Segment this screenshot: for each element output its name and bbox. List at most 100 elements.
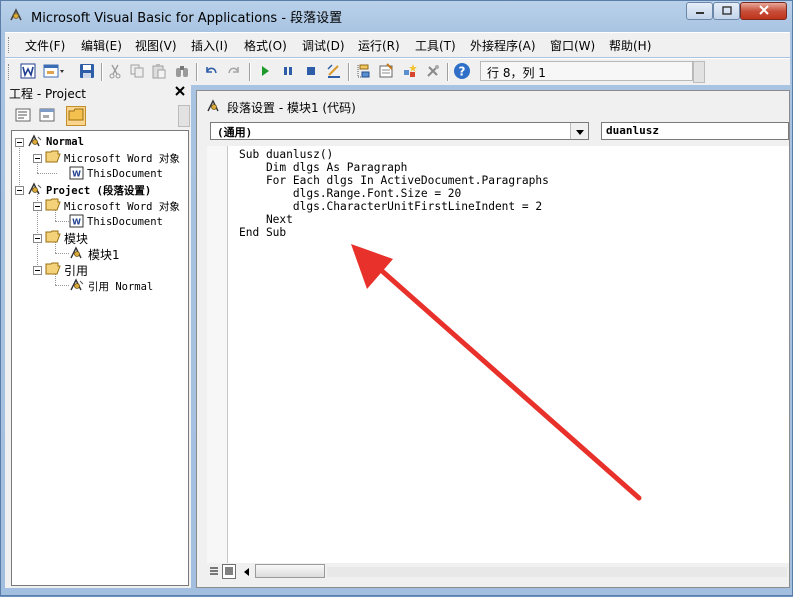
help-button[interactable]: ? — [453, 62, 471, 80]
tree-node-module1[interactable]: 模块1 — [69, 245, 120, 262]
close-icon — [174, 85, 186, 101]
horizontal-scrollbar-track[interactable] — [327, 567, 787, 577]
toolbox-button[interactable] — [424, 62, 442, 80]
code-editor[interactable]: Sub duanlusz() Dim dlgs As Paragraph For… — [228, 146, 789, 563]
tree-label: Microsoft Word 对象 — [64, 152, 180, 165]
collapse-toggle[interactable] — [33, 265, 42, 275]
toolbar-separator — [447, 63, 449, 81]
toolbar-separator — [196, 63, 198, 81]
menu-edit[interactable]: 编辑(E) — [81, 37, 122, 54]
collapse-toggle[interactable] — [33, 233, 42, 243]
object-browser-icon — [402, 63, 418, 79]
collapse-toggle[interactable] — [15, 137, 24, 147]
redo-button[interactable] — [225, 62, 243, 80]
run-button[interactable] — [256, 62, 274, 80]
properties-icon — [378, 63, 394, 79]
project-explorer-header: 工程 - Project — [5, 84, 191, 102]
design-mode-button[interactable] — [325, 62, 343, 80]
menu-bar: 文件(F) 编辑(E) 视图(V) 插入(I) 格式(O) 调试(D) 运行(R… — [5, 32, 790, 57]
menu-insert[interactable]: 插入(I) — [191, 37, 228, 54]
maximize-button[interactable] — [713, 2, 740, 20]
cut-button[interactable] — [106, 62, 124, 80]
chevron-down-icon — [575, 124, 584, 138]
tree-node-project[interactable]: Project (段落设置) — [15, 181, 152, 198]
object-dropdown[interactable]: (通用) — [210, 122, 589, 140]
redo-icon — [226, 63, 242, 79]
vba-app-icon[interactable] — [8, 7, 24, 23]
close-button[interactable] — [740, 2, 787, 20]
code-line: Sub duanlusz() — [239, 148, 334, 161]
menu-format[interactable]: 格式(O) — [244, 37, 287, 54]
tree-label: 引用 — [64, 263, 89, 278]
procedure-view-button[interactable] — [207, 564, 221, 579]
folder-open-icon — [45, 230, 61, 246]
close-icon — [758, 4, 770, 18]
collapse-toggle[interactable] — [33, 201, 42, 211]
tree-node-normal[interactable]: Normal — [15, 133, 84, 151]
view-object-icon — [39, 108, 55, 125]
project-explorer-close-button[interactable] — [172, 85, 188, 100]
undo-button[interactable] — [202, 62, 220, 80]
project-explorer-icon — [355, 63, 371, 79]
tree-connector — [55, 253, 69, 254]
tree-node-project-thisdocument[interactable]: W ThisDocument — [69, 214, 163, 230]
menu-tools[interactable]: 工具(T) — [415, 37, 456, 54]
full-module-view-button[interactable] — [222, 564, 236, 579]
title-bar: Microsoft Visual Basic for Applications … — [1, 1, 792, 31]
toggle-folders-button[interactable] — [66, 106, 86, 126]
menu-help[interactable]: 帮助(H) — [609, 37, 651, 54]
menu-view[interactable]: 视图(V) — [135, 37, 177, 54]
view-code-button[interactable] — [13, 106, 33, 126]
toolbar-grip[interactable] — [8, 64, 12, 80]
vba-project-icon — [27, 133, 43, 151]
tree-label: ThisDocument — [87, 168, 163, 180]
pause-icon — [280, 63, 296, 79]
save-button[interactable] — [78, 62, 96, 80]
collapse-toggle[interactable] — [15, 185, 24, 195]
menu-debug[interactable]: 调试(D) — [302, 37, 345, 54]
tree-node-normal-thisdocument[interactable]: W ThisDocument — [69, 166, 163, 182]
tree-label: Normal — [46, 136, 84, 148]
tree-label: Project (段落设置) — [46, 184, 152, 197]
dropdown-arrow[interactable] — [570, 123, 588, 139]
copy-button[interactable] — [128, 62, 146, 80]
menu-addins[interactable]: 外接程序(A) — [470, 37, 536, 54]
find-button[interactable] — [173, 62, 191, 80]
tree-node-modules-folder[interactable]: 模块 — [33, 230, 88, 246]
menu-file[interactable]: 文件(F) — [25, 37, 65, 54]
view-word-button[interactable] — [19, 62, 37, 80]
window-title: Microsoft Visual Basic for Applications … — [31, 11, 343, 26]
scroll-left-button[interactable] — [239, 564, 253, 579]
tree-node-references-folder[interactable]: 引用 — [33, 262, 88, 278]
view-object-button[interactable] — [37, 106, 57, 126]
help-icon: ? — [453, 62, 471, 80]
toolbar-overflow-button[interactable] — [693, 61, 705, 83]
menu-window[interactable]: 窗口(W) — [550, 37, 595, 54]
insert-userform-button[interactable] — [42, 62, 66, 80]
tree-node-reference-normal[interactable]: 引用 Normal — [69, 277, 154, 294]
scissors-icon — [107, 63, 123, 79]
play-icon — [257, 63, 273, 79]
properties-window-button[interactable] — [377, 62, 395, 80]
binoculars-icon — [174, 63, 190, 79]
project-toolbar-overflow-button[interactable] — [178, 105, 190, 127]
paste-button[interactable] — [150, 62, 168, 80]
tree-label: 引用 Normal — [88, 280, 154, 293]
minimize-button[interactable] — [686, 2, 713, 20]
collapse-toggle[interactable] — [33, 153, 42, 163]
break-button[interactable] — [279, 62, 297, 80]
tree-node-project-word-objects[interactable]: Microsoft Word 对象 — [33, 198, 180, 214]
tree-connector — [55, 285, 69, 286]
procedure-dropdown[interactable]: duanlusz — [601, 122, 789, 140]
reset-button[interactable] — [302, 62, 320, 80]
object-browser-button[interactable] — [401, 62, 419, 80]
stop-icon — [303, 63, 319, 79]
menu-run[interactable]: 运行(R) — [358, 37, 400, 54]
tree-node-normal-word-objects[interactable]: Microsoft Word 对象 — [33, 150, 180, 166]
word-document-icon: W — [69, 214, 84, 231]
horizontal-scrollbar-thumb[interactable] — [255, 564, 325, 578]
design-mode-icon — [326, 63, 342, 79]
project-explorer-button[interactable] — [354, 62, 372, 80]
menu-bar-grip[interactable] — [8, 37, 12, 53]
code-margin-indicator-bar[interactable] — [207, 146, 228, 563]
